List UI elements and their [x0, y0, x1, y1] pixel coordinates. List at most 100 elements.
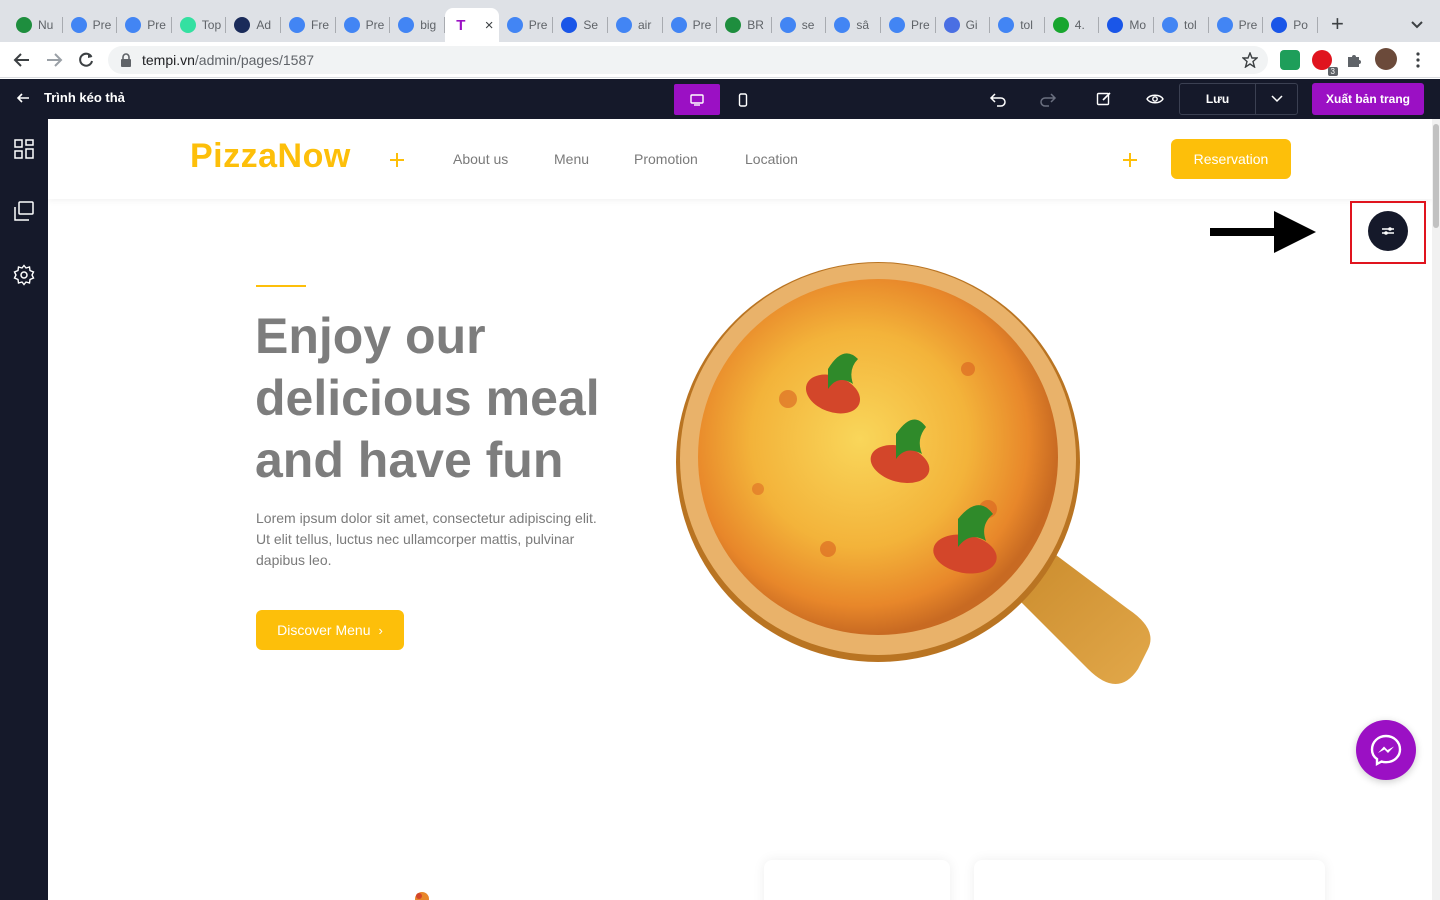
browser-tab[interactable]: Pre — [336, 8, 391, 42]
browser-tab[interactable]: Pre — [663, 8, 718, 42]
browser-tab[interactable]: sâ — [826, 8, 881, 42]
food-image — [415, 892, 429, 900]
desktop-icon — [690, 93, 704, 106]
preview-eye-icon[interactable] — [1145, 89, 1165, 109]
browser-tab[interactable]: Gi — [936, 8, 991, 42]
site-logo[interactable]: PizzaNow — [190, 137, 351, 176]
browser-tab[interactable]: Po — [1263, 8, 1318, 42]
extension-block-icon[interactable]: 3 — [1312, 50, 1338, 76]
browser-tab[interactable]: air — [608, 8, 663, 42]
nav-link-about[interactable]: About us — [453, 151, 508, 167]
edit-icon[interactable] — [1094, 89, 1114, 109]
browser-tab-strip: Nu Pre Pre Top Ad Fre Pre big T × Pre Se air Pre BR se s… — [0, 0, 1440, 42]
tab-title: Pre — [528, 18, 548, 32]
tempi-icon: T — [456, 16, 466, 34]
tab-title: Pre — [911, 18, 930, 32]
add-element-plus-icon[interactable] — [390, 153, 404, 167]
browser-tab[interactable]: tol — [990, 8, 1045, 42]
messenger-chat-button[interactable] — [1356, 720, 1416, 780]
mobile-icon — [738, 92, 748, 107]
bot-icon — [506, 17, 523, 33]
tab-search-icon[interactable] — [1408, 15, 1426, 33]
forward-arrow-icon[interactable] — [42, 48, 66, 72]
browser-tab[interactable]: big — [390, 8, 445, 42]
add-element-plus-icon[interactable] — [1123, 153, 1137, 167]
hero-title[interactable]: Enjoy our delicious meal and have fun — [255, 305, 635, 491]
google-icon — [398, 17, 415, 33]
tab-title: Pre — [1238, 18, 1258, 32]
browser-tab[interactable]: Pre — [499, 8, 554, 42]
extensions-puzzle-icon[interactable] — [1342, 48, 1366, 72]
hero-text[interactable]: Lorem ipsum dolor sit amet, consectetur … — [256, 508, 601, 571]
back-arrow-icon[interactable] — [10, 48, 34, 72]
tab-title: Pre — [92, 18, 112, 32]
browser-tab[interactable]: Pre — [117, 8, 172, 42]
browser-tab[interactable]: BR — [717, 8, 772, 42]
browser-tab[interactable]: Pre — [63, 8, 118, 42]
url-host: tempi.vn — [142, 52, 195, 68]
browser-tab[interactable]: Nu — [8, 8, 63, 42]
redo-icon[interactable] — [1038, 89, 1058, 109]
section-settings-button[interactable] — [1368, 211, 1408, 251]
bot-icon — [889, 17, 905, 33]
tab-title: Pre — [365, 18, 385, 32]
tab-title: Pre — [147, 18, 166, 32]
browser-tab[interactable]: Se — [553, 8, 608, 42]
hero-divider — [256, 285, 306, 287]
browser-tab[interactable]: se — [772, 8, 827, 42]
extension-badge: 3 — [1327, 67, 1338, 76]
reload-icon[interactable] — [74, 48, 98, 72]
content-card[interactable] — [764, 860, 950, 900]
browser-tab[interactable]: Fre — [281, 8, 336, 42]
editor-sidebar — [0, 119, 48, 900]
pages-layers-icon[interactable] — [13, 200, 35, 222]
address-bar[interactable]: tempi.vn/admin/pages/1587 — [108, 46, 1268, 74]
discover-menu-button[interactable]: Discover Menu › — [256, 610, 404, 650]
tab-title: air — [638, 18, 652, 32]
publish-button[interactable]: Xuất bản trang — [1312, 83, 1424, 115]
puzzle-icon — [1107, 17, 1124, 33]
messenger-icon — [1370, 734, 1402, 767]
tripadvisor-icon — [179, 17, 196, 33]
browser-tab[interactable]: Top — [172, 8, 227, 42]
browser-menu-icon[interactable] — [1406, 48, 1430, 72]
browser-tab[interactable]: Mo — [1099, 8, 1154, 42]
browser-tab[interactable]: Pre — [1209, 8, 1264, 42]
tab-title: Nu — [38, 18, 54, 32]
profile-avatar[interactable] — [1375, 48, 1397, 70]
browser-tab[interactable]: tol — [1154, 8, 1209, 42]
elements-grid-icon[interactable] — [13, 138, 35, 160]
extension-mail-icon[interactable] — [1280, 50, 1300, 70]
mobile-view-button[interactable] — [720, 84, 766, 115]
back-arrow-icon[interactable] — [14, 89, 32, 107]
browser-tab[interactable]: Ad — [226, 8, 281, 42]
browser-tab[interactable]: 4. — [1045, 8, 1100, 42]
canvas-scrollbar[interactable] — [1432, 119, 1440, 900]
undo-icon[interactable] — [988, 89, 1008, 109]
google-icon — [779, 17, 796, 33]
site-header[interactable]: PizzaNow About us Menu Promotion Locatio… — [48, 119, 1432, 199]
bookmark-star-icon[interactable] — [1238, 48, 1262, 72]
pizza-image[interactable] — [668, 249, 1168, 709]
discover-menu-label: Discover Menu — [277, 622, 371, 638]
google-icon — [1162, 17, 1178, 33]
save-button[interactable]: Lưu — [1180, 84, 1256, 114]
tab-title: Pre — [692, 18, 712, 32]
desktop-view-button[interactable] — [674, 84, 720, 115]
browser-tab[interactable]: Pre — [881, 8, 936, 42]
bot-icon — [289, 17, 305, 33]
save-button-group: Lưu — [1179, 83, 1298, 115]
nav-link-menu[interactable]: Menu — [554, 151, 589, 167]
nav-link-promotion[interactable]: Promotion — [634, 151, 698, 167]
nav-link-location[interactable]: Location — [745, 151, 798, 167]
content-card[interactable] — [974, 860, 1325, 900]
canvas-scrollbar-thumb[interactable] — [1433, 124, 1439, 228]
browser-tab-active[interactable]: T × — [444, 8, 499, 42]
reservation-button[interactable]: Reservation — [1171, 139, 1291, 179]
settings-gear-icon[interactable] — [13, 264, 35, 286]
close-tab-icon[interactable]: × — [485, 17, 494, 34]
tab-title: Top — [201, 18, 222, 32]
new-tab-button[interactable]: + — [1331, 13, 1344, 35]
save-dropdown-button[interactable] — [1256, 84, 1297, 114]
page-canvas[interactable]: PizzaNow About us Menu Promotion Locatio… — [48, 119, 1432, 900]
